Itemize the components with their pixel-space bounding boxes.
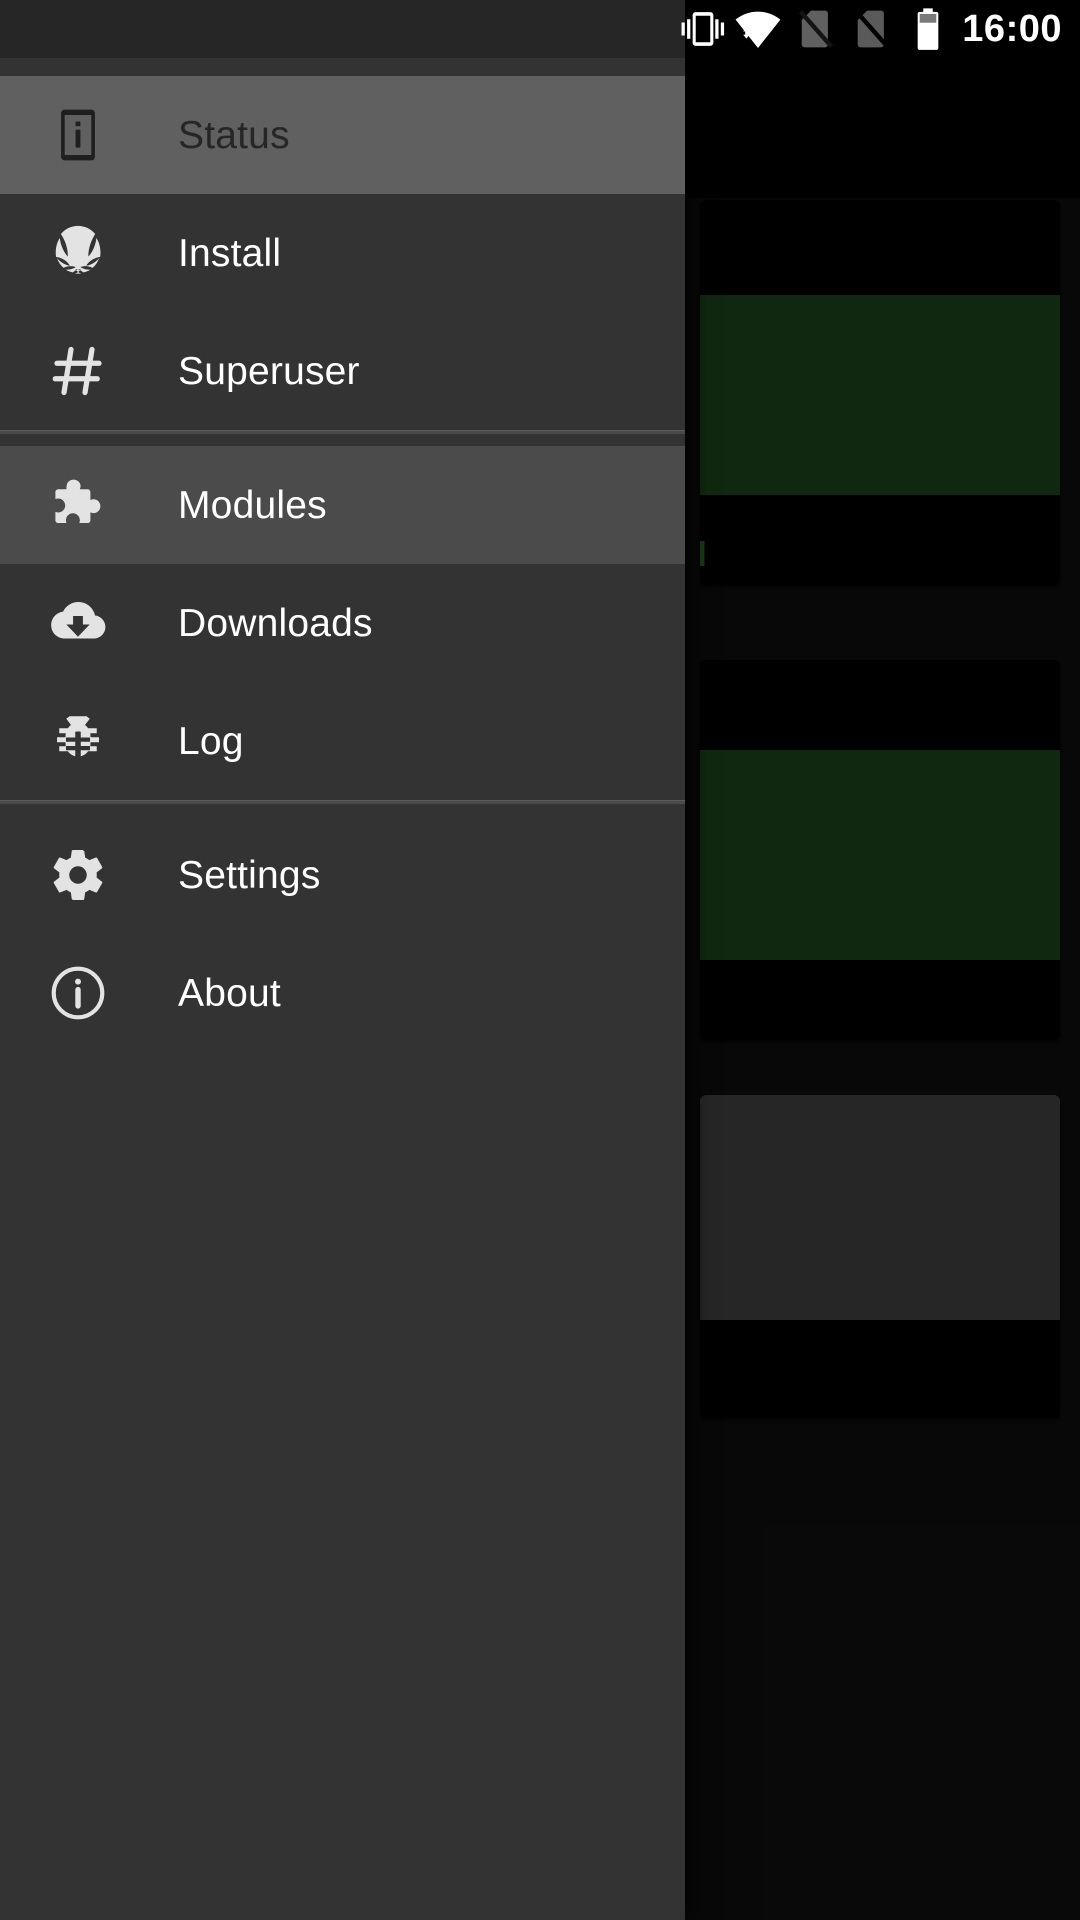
drawer-empty-space	[0, 1052, 685, 1920]
sidebar-item-log[interactable]: Log	[0, 682, 685, 800]
nav-group-gap	[0, 804, 685, 816]
hash-icon	[46, 339, 110, 403]
nav-group-content: Modules Downloads Log	[0, 446, 685, 800]
sidebar-item-label: Downloads	[178, 601, 373, 645]
sidebar-item-label: Settings	[178, 853, 321, 897]
magisk-mask-icon	[46, 221, 110, 285]
sidebar-item-label: Status	[178, 113, 290, 157]
puzzle-piece-icon	[46, 473, 110, 537]
sim-card-off-icon-1	[794, 7, 838, 51]
sidebar-item-status[interactable]: Status	[0, 76, 685, 194]
status-bar-icons: 16:00	[680, 0, 1080, 58]
sidebar-item-label: Install	[178, 231, 282, 275]
wifi-icon	[734, 5, 782, 53]
sidebar-item-downloads[interactable]: Downloads	[0, 564, 685, 682]
drawer-top-padding	[0, 58, 685, 76]
nav-group-main: Status Install Superuser	[0, 76, 685, 430]
nav-group-gap	[0, 434, 685, 446]
status-bar: 16:00	[0, 0, 1080, 58]
sidebar-item-superuser[interactable]: Superuser	[0, 312, 685, 430]
sidebar-item-label: Superuser	[178, 349, 360, 393]
nav-group-system: Settings About	[0, 816, 685, 1052]
navigation-drawer: Status Install Superuser Modules Downloa…	[0, 58, 685, 1920]
bug-icon	[46, 709, 110, 773]
vibrate-icon	[680, 6, 726, 52]
sidebar-item-label: Log	[178, 719, 244, 763]
phone-screen: d S	[0, 0, 1080, 1920]
sidebar-item-about[interactable]: About	[0, 934, 685, 1052]
sim-card-off-icon-2	[850, 7, 894, 51]
status-bar-drawer-overlay	[0, 0, 685, 58]
status-bar-clock: 16:00	[962, 8, 1062, 50]
gear-icon	[46, 843, 110, 907]
device-info-icon	[46, 103, 110, 167]
battery-icon	[908, 7, 948, 51]
info-circle-icon	[46, 961, 110, 1025]
cloud-download-icon	[46, 591, 110, 655]
sidebar-item-settings[interactable]: Settings	[0, 816, 685, 934]
sidebar-item-install[interactable]: Install	[0, 194, 685, 312]
sidebar-item-label: Modules	[178, 483, 327, 527]
sidebar-item-modules[interactable]: Modules	[0, 446, 685, 564]
sidebar-item-label: About	[178, 971, 281, 1015]
